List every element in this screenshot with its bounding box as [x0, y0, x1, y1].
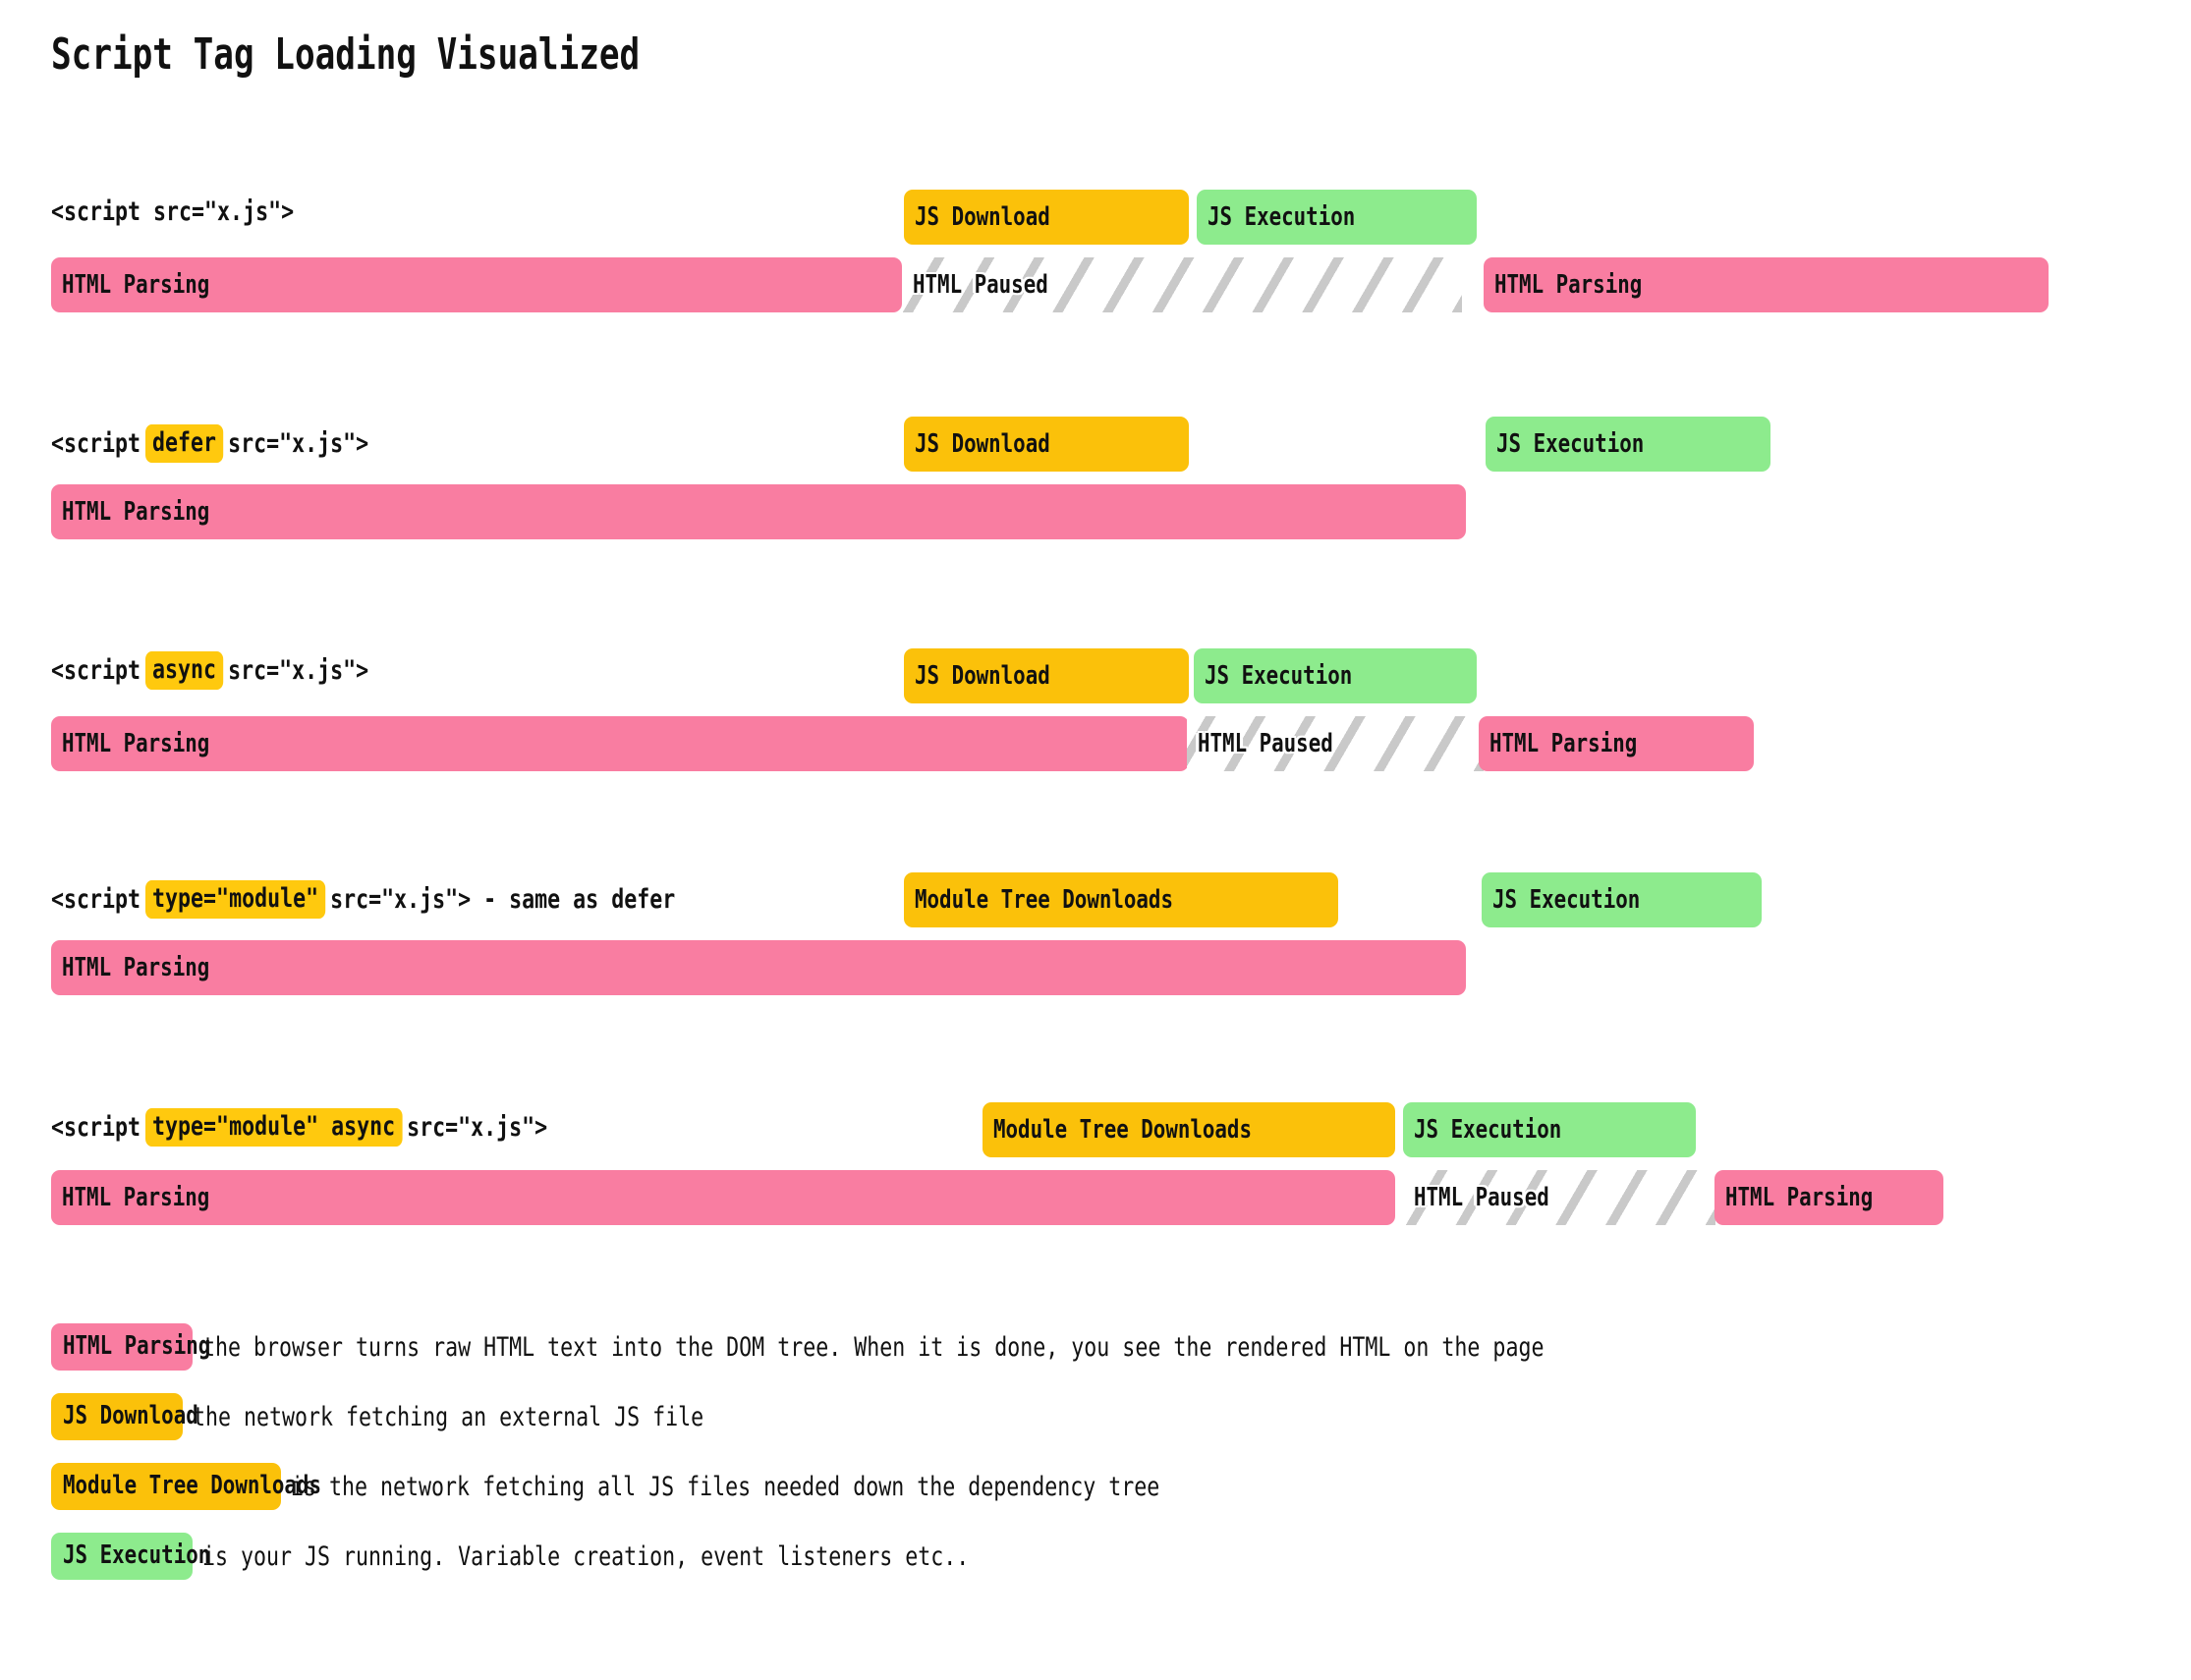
legend-description: the browser turns raw HTML text into the…: [202, 1331, 1545, 1363]
bar-label: HTML Paused: [913, 270, 1048, 300]
script-tag-text: src="x.js">: [228, 428, 369, 459]
bar-label: JS Execution: [1208, 202, 1356, 232]
script-tag-text: <script: [51, 884, 141, 915]
bar-js-download: JS Download: [904, 648, 1189, 703]
script-tag-label-defer-script: <script defer src="x.js">: [51, 424, 368, 463]
script-tag-text: <script: [51, 1112, 141, 1143]
script-tag-text: <script src="x.js">: [51, 196, 295, 227]
bar-label: JS Execution: [1205, 661, 1353, 691]
bar-js-execution: JS Execution: [1403, 1102, 1696, 1157]
bar-label: HTML Parsing: [62, 729, 210, 758]
legend-chip-label: HTML Parsing: [63, 1331, 211, 1361]
script-tag-label-plain-script: <script src="x.js">: [51, 196, 294, 227]
legend-chip-js-execution: JS Execution: [51, 1533, 211, 1580]
script-tag-label-module-script: <script type="module" src="x.js"> - same a…: [51, 880, 675, 919]
legend-description: the network fetching an external JS file: [193, 1401, 704, 1432]
bar-html-parsing: HTML Parsing: [1484, 257, 2049, 312]
attribute-highlight: async: [144, 651, 224, 690]
bar-label: JS Execution: [1492, 885, 1641, 915]
bar-label: HTML Paused: [1414, 1183, 1549, 1212]
script-tag-text: src="x.js">: [228, 655, 369, 686]
bar-label: HTML Parsing: [1725, 1183, 1874, 1212]
bar-html-parsing: HTML Parsing: [51, 484, 1466, 539]
bar-label: HTML Parsing: [62, 953, 210, 982]
bar-label: HTML Paused: [1198, 729, 1333, 758]
bar-html-paused: HTML Paused: [1403, 1170, 1715, 1225]
script-tag-label-async-script: <script async src="x.js">: [51, 651, 368, 690]
bar-label: HTML Parsing: [1494, 270, 1643, 300]
bar-label: HTML Parsing: [1489, 729, 1638, 758]
bar-js-execution: JS Execution: [1194, 648, 1477, 703]
legend-description: is the network fetching all JS files nee…: [291, 1471, 1160, 1502]
script-tag-label-module-async-script: <script type="module" async src="x.js">: [51, 1108, 547, 1147]
legend-item-js-download: JS Download the network fetching an exter…: [51, 1393, 831, 1440]
bar-html-paused: HTML Paused: [1187, 716, 1484, 771]
bar-html-parsing: HTML Parsing: [51, 716, 1189, 771]
attribute-highlight: type="module": [144, 880, 326, 919]
bar-label: HTML Parsing: [62, 270, 210, 300]
bar-js-execution: JS Execution: [1197, 190, 1477, 245]
bar-html-parsing: HTML Parsing: [51, 1170, 1395, 1225]
legend-description: is your JS running. Variable creation, e…: [202, 1540, 970, 1572]
script-tag-text: <script: [51, 655, 141, 686]
bar-label: Module Tree Downloads: [915, 885, 1173, 915]
bar-label: JS Download: [915, 202, 1050, 232]
bar-label: JS Execution: [1496, 429, 1645, 459]
bar-module-tree-downloads: Module Tree Downloads: [904, 872, 1338, 927]
bar-html-parsing: HTML Parsing: [1479, 716, 1754, 771]
bar-html-parsing: HTML Parsing: [51, 940, 1466, 995]
bar-html-parsing: HTML Parsing: [1714, 1170, 1943, 1225]
bar-label: JS Download: [915, 429, 1050, 459]
bar-html-paused: HTML Paused: [902, 257, 1462, 312]
legend-item-html-parsing: HTML Parsing the browser turns raw HTML t…: [51, 1323, 1880, 1371]
bar-js-execution: JS Execution: [1482, 872, 1762, 927]
attribute-highlight: type="module" async: [144, 1108, 403, 1147]
legend-chip-label: JS Download: [63, 1401, 198, 1430]
script-tag-text: <script: [51, 428, 141, 459]
bar-module-tree-downloads: Module Tree Downloads: [983, 1102, 1395, 1157]
legend-item-module-tree-downloads: Module Tree Downloads is the network fetc…: [51, 1463, 1377, 1510]
legend-chip-html-parsing: HTML Parsing: [51, 1323, 211, 1371]
bar-label: JS Download: [915, 661, 1050, 691]
bar-js-execution: JS Execution: [1486, 417, 1770, 472]
legend-chip-label: JS Execution: [63, 1540, 211, 1570]
legend-chip-module-tree-downloads: Module Tree Downloads: [51, 1463, 321, 1510]
script-tag-text: src="x.js">: [407, 1112, 548, 1143]
bar-js-download: JS Download: [904, 417, 1189, 472]
legend-item-js-execution: JS Execution is your JS running. Variable…: [51, 1533, 1161, 1580]
script-tag-text: src="x.js"> - same as defer: [330, 884, 676, 915]
bar-js-download: JS Download: [904, 190, 1189, 245]
page-title: Script Tag Loading Visualized: [51, 29, 641, 80]
bar-label: HTML Parsing: [62, 1183, 210, 1212]
attribute-highlight: defer: [144, 424, 224, 463]
bar-html-parsing: HTML Parsing: [51, 257, 902, 312]
legend-chip-label: Module Tree Downloads: [63, 1471, 321, 1500]
bar-label: HTML Parsing: [62, 497, 210, 527]
legend-chip-js-download: JS Download: [51, 1393, 198, 1440]
bar-label: JS Execution: [1414, 1115, 1562, 1145]
bar-label: Module Tree Downloads: [993, 1115, 1252, 1145]
